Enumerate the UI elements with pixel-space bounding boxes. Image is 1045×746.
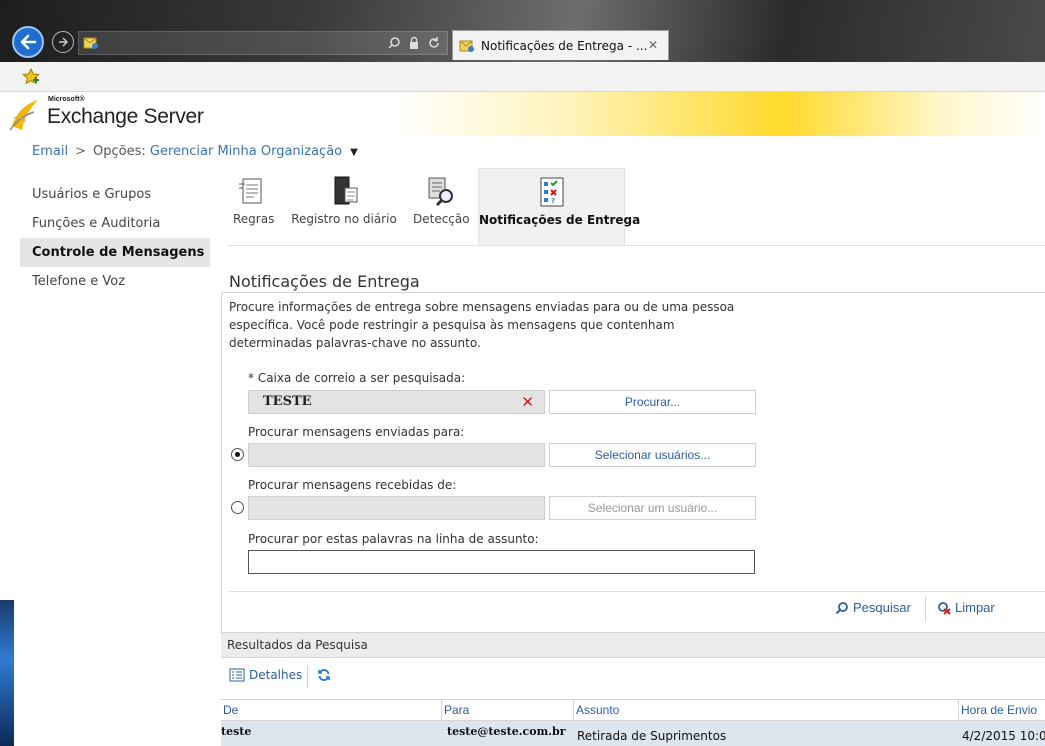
subject-input[interactable]	[248, 550, 755, 574]
received-from-radio[interactable]	[231, 501, 244, 514]
clear-mailbox-icon[interactable]: ✕	[521, 393, 534, 411]
favorites-bar	[0, 62, 1045, 92]
search-button-label: Pesquisar	[853, 600, 911, 615]
received-from-field[interactable]	[248, 496, 545, 520]
description-text: Procure informações de entrega sobre men…	[229, 300, 735, 350]
address-bar[interactable]	[78, 31, 448, 55]
brand-small-text: Microsoft®	[48, 96, 85, 103]
clear-button-label: Limpar	[955, 600, 995, 615]
desktop-background	[0, 600, 14, 746]
received-from-label: Procurar mensagens recebidas de:	[248, 478, 457, 492]
feature-toolbar: Regras Registro no diário Detecção ? Not…	[227, 168, 1045, 246]
breadcrumb-options: Opções:	[92, 144, 146, 159]
tab-favicon-icon	[459, 40, 474, 52]
toolbar-delivery-reports-label: Notificações de Entrega	[479, 213, 641, 227]
tab-title: Notificações de Entrega - ...	[481, 38, 648, 53]
results-header: Resultados da Pesquisa	[221, 632, 1045, 658]
toolbar-rules-label: Regras	[233, 212, 275, 226]
cell-to: teste@teste.com.br	[447, 725, 566, 738]
arrow-left-icon	[20, 34, 37, 50]
results-toolbar: Detalhes	[221, 658, 1045, 696]
favicon-icon	[83, 37, 98, 49]
toolbar-rules-button[interactable]: Regras	[233, 168, 275, 246]
brand-title: Exchange Server	[47, 105, 204, 128]
details-button[interactable]: Detalhes	[229, 668, 302, 682]
toolbar-detection-label: Detecção	[413, 212, 470, 226]
sent-to-radio[interactable]	[231, 448, 244, 461]
breadcrumb-separator: >	[75, 144, 86, 159]
table-row[interactable]: teste teste@teste.com.br Retirada de Sup…	[221, 721, 1045, 746]
results-toolbar-separator	[307, 666, 308, 688]
refresh-icon[interactable]	[317, 668, 331, 682]
sidebar-item-roles-auditing[interactable]: Funções e Auditoria	[20, 209, 210, 238]
toolbar-journal-button[interactable]: Registro no diário	[289, 168, 399, 246]
breadcrumb-email-link[interactable]: Email	[32, 144, 68, 159]
search-button[interactable]: Pesquisar	[835, 600, 911, 615]
column-header-to[interactable]: Para	[441, 700, 573, 720]
forward-button[interactable]	[52, 31, 74, 53]
browse-button[interactable]: Procurar...	[549, 390, 756, 414]
clear-search-icon	[938, 601, 951, 615]
browser-tab-active[interactable]: Notificações de Entrega - ... ✕	[452, 30, 669, 60]
column-header-subject[interactable]: Assunto	[573, 700, 958, 720]
details-button-label: Detalhes	[249, 668, 303, 682]
sidebar: Usuários e Grupos Funções e Auditoria Co…	[20, 180, 210, 296]
sent-to-field[interactable]	[248, 443, 545, 467]
exchange-header: Microsoft® Exchange Server	[0, 92, 1045, 136]
exchange-logo-icon	[9, 100, 38, 131]
arrow-right-icon	[59, 37, 69, 47]
refresh-icon[interactable]	[427, 36, 441, 50]
detection-icon	[428, 177, 453, 207]
cell-sent-time: 4/2/2015 10:09	[962, 729, 1045, 743]
back-button[interactable]	[12, 26, 44, 58]
details-icon	[229, 668, 245, 682]
tab-close-icon[interactable]: ✕	[648, 38, 658, 52]
cell-subject: Retirada de Suprimentos	[577, 729, 727, 743]
svg-text:?: ?	[551, 197, 555, 205]
toolbar-delivery-reports-button[interactable]: ? Notificações de Entrega	[478, 168, 641, 246]
sidebar-item-users-groups[interactable]: Usuários e Grupos	[20, 180, 210, 209]
toolbar-detection-button[interactable]: Detecção	[413, 168, 470, 246]
mailbox-field[interactable]: TESTE ✕	[248, 390, 545, 414]
search-icon[interactable]	[387, 36, 401, 50]
breadcrumb-current-link[interactable]: Gerenciar Minha Organização	[150, 144, 342, 159]
page-title: Notificações de Entrega	[229, 272, 420, 291]
select-users-button[interactable]: Selecionar usuários...	[549, 443, 756, 467]
journal-icon	[334, 176, 358, 205]
dropdown-caret-icon[interactable]: ▼	[350, 147, 358, 158]
divider	[229, 591, 1045, 592]
toolbar-journal-label: Registro no diário	[291, 212, 397, 226]
sent-to-label: Procurar mensagens enviadas para:	[248, 425, 465, 439]
lock-icon[interactable]	[407, 36, 421, 50]
delivery-reports-icon: ?	[540, 177, 563, 207]
subject-label: Procurar por estas palavras na linha de …	[248, 532, 539, 546]
sidebar-item-phone-voice[interactable]: Telefone e Voz	[20, 267, 210, 296]
action-separator	[925, 596, 926, 622]
mailbox-value: TESTE	[263, 394, 312, 409]
results-grid-header: De Para Assunto Hora de Envio	[221, 699, 1045, 721]
column-header-sent-time[interactable]: Hora de Envio	[958, 700, 1045, 720]
rules-icon	[239, 178, 262, 204]
sidebar-item-mail-control[interactable]: Controle de Mensagens	[20, 238, 210, 267]
column-header-from[interactable]: De	[221, 700, 441, 720]
select-user-button[interactable]: Selecionar um usuário...	[549, 496, 756, 520]
clear-button[interactable]: Limpar	[937, 600, 995, 615]
favorites-star-icon[interactable]	[22, 68, 40, 86]
breadcrumb: Email > Opções: Gerenciar Minha Organizaçã…	[32, 144, 358, 159]
cell-from: teste	[221, 725, 252, 738]
mailbox-label: * Caixa de correio a ser pesquisada:	[248, 371, 466, 385]
browser-titlebar: Notificações de Entrega - ... ✕	[0, 0, 1045, 62]
search-icon	[835, 601, 848, 614]
